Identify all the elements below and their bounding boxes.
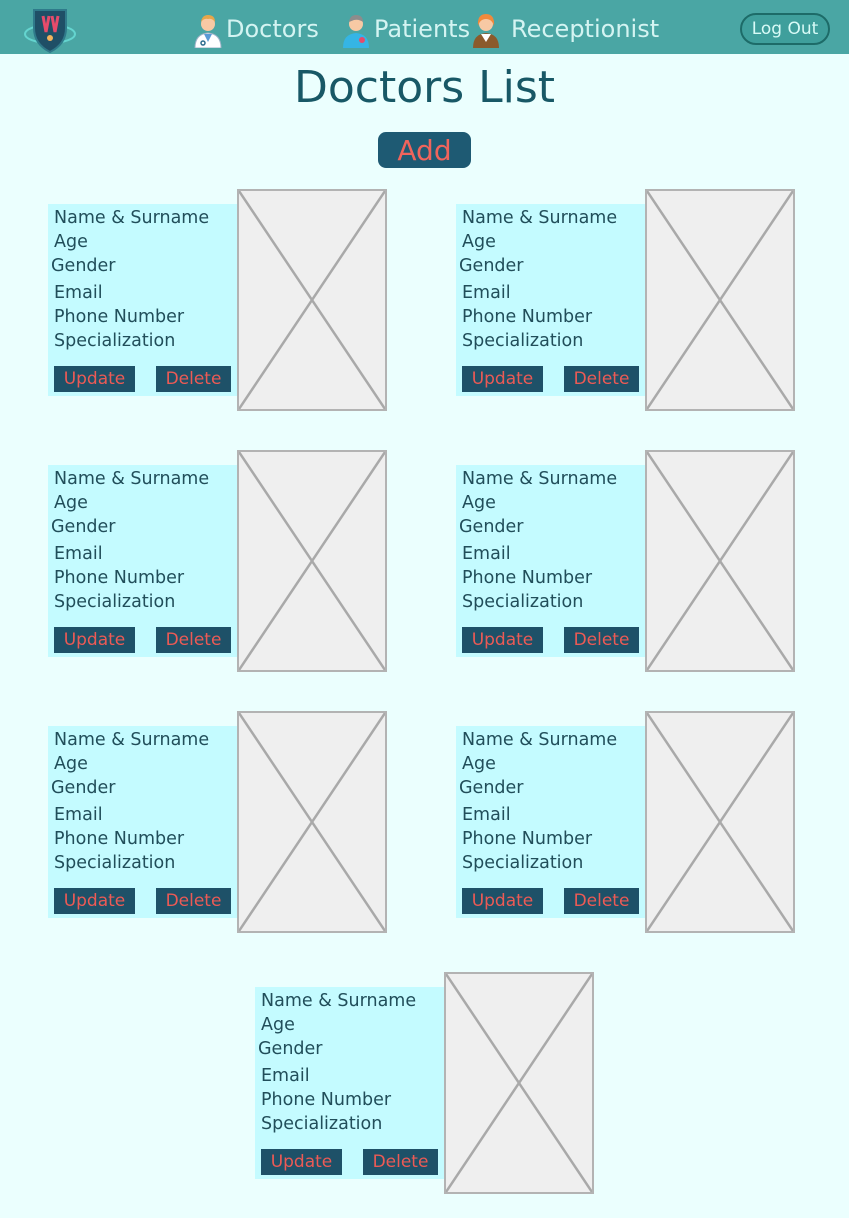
nav-doctors-label: Doctors	[226, 15, 319, 43]
doctor-info-panel: Name & Surname Age Gender Email Phone Nu…	[48, 465, 238, 657]
delete-button[interactable]: Delete	[156, 366, 231, 392]
doctor-name-label: Name & Surname	[462, 730, 618, 750]
doctor-age-label: Age	[462, 232, 496, 252]
doctor-specialization-label: Specialization	[462, 331, 584, 351]
doctor-card: Name & Surname Age Gender Email Phone Nu…	[48, 711, 388, 933]
delete-button[interactable]: Delete	[564, 366, 639, 392]
doctor-email-label: Email	[462, 805, 511, 825]
doctor-photo-placeholder	[237, 711, 387, 933]
doctor-gender-label: Gender	[258, 1039, 323, 1059]
doctor-name-label: Name & Surname	[54, 730, 210, 750]
doctor-card: Name & Surname Age Gender Email Phone Nu…	[456, 189, 796, 411]
doctor-email-label: Email	[54, 544, 103, 564]
update-button[interactable]: Update	[462, 627, 543, 653]
delete-button[interactable]: Delete	[156, 888, 231, 914]
doctor-age-label: Age	[462, 754, 496, 774]
doctor-email-label: Email	[462, 544, 511, 564]
doctor-email-label: Email	[54, 805, 103, 825]
doctor-phone-label: Phone Number	[462, 829, 593, 849]
doctor-specialization-label: Specialization	[261, 1114, 383, 1134]
delete-button[interactable]: Delete	[363, 1149, 438, 1175]
update-button[interactable]: Update	[462, 888, 543, 914]
update-button[interactable]: Update	[54, 888, 135, 914]
doctor-age-label: Age	[54, 493, 88, 513]
doctor-specialization-label: Specialization	[462, 853, 584, 873]
doctor-gender-label: Gender	[51, 778, 116, 798]
doctor-card: Name & Surname Age Gender Email Phone Nu…	[48, 189, 388, 411]
doctor-name-label: Name & Surname	[462, 469, 618, 489]
image-placeholder-icon	[647, 191, 793, 409]
nav-patients-label: Patients	[374, 15, 471, 43]
update-button[interactable]: Update	[54, 366, 135, 392]
image-placeholder-icon	[647, 713, 793, 931]
doctor-age-label: Age	[54, 232, 88, 252]
doctor-gender-label: Gender	[51, 517, 116, 537]
doctor-specialization-label: Specialization	[462, 592, 584, 612]
doctor-name-label: Name & Surname	[261, 991, 417, 1011]
image-placeholder-icon	[239, 191, 385, 409]
doctor-name-label: Name & Surname	[54, 208, 210, 228]
update-button[interactable]: Update	[462, 366, 543, 392]
top-navbar: Doctors Patients Receptionist Log Out	[0, 0, 849, 54]
doctor-card: Name & Surname Age Gender Email Phone Nu…	[255, 972, 595, 1194]
doctor-photo-placeholder	[237, 450, 387, 672]
doctor-card: Name & Surname Age Gender Email Phone Nu…	[48, 450, 388, 672]
doctor-email-label: Email	[462, 283, 511, 303]
nav-doctors[interactable]: Doctors	[192, 8, 319, 50]
doctor-info-panel: Name & Surname Age Gender Email Phone Nu…	[456, 465, 646, 657]
doctor-phone-label: Phone Number	[462, 568, 593, 588]
doctor-name-label: Name & Surname	[462, 208, 618, 228]
delete-button[interactable]: Delete	[156, 627, 231, 653]
doctor-age-label: Age	[54, 754, 88, 774]
doctor-specialization-label: Specialization	[54, 853, 176, 873]
doctor-photo-placeholder	[645, 189, 795, 411]
add-doctor-button[interactable]: Add	[378, 132, 471, 168]
doctor-specialization-label: Specialization	[54, 331, 176, 351]
page-title: Doctors List	[293, 62, 556, 113]
doctor-photo-placeholder	[645, 711, 795, 933]
update-button[interactable]: Update	[261, 1149, 342, 1175]
doctor-phone-label: Phone Number	[462, 307, 593, 327]
doctor-photo-placeholder	[444, 972, 594, 1194]
doctor-card: Name & Surname Age Gender Email Phone Nu…	[456, 711, 796, 933]
doctor-phone-label: Phone Number	[54, 307, 185, 327]
image-placeholder-icon	[446, 974, 592, 1192]
doctor-age-label: Age	[462, 493, 496, 513]
nav-receptionist-label: Receptionist	[511, 15, 660, 43]
doctor-gender-label: Gender	[459, 778, 524, 798]
doctor-email-label: Email	[261, 1066, 310, 1086]
doctor-phone-label: Phone Number	[54, 829, 185, 849]
doctor-photo-placeholder	[237, 189, 387, 411]
update-button[interactable]: Update	[54, 627, 135, 653]
patient-avatar-icon	[343, 15, 369, 48]
doctor-email-label: Email	[54, 283, 103, 303]
doctor-gender-label: Gender	[51, 256, 116, 276]
doctor-card: Name & Surname Age Gender Email Phone Nu…	[456, 450, 796, 672]
doctor-phone-label: Phone Number	[54, 568, 185, 588]
nav-patients[interactable]: Patients	[340, 8, 470, 50]
logout-button[interactable]: Log Out	[740, 13, 830, 45]
doctor-info-panel: Name & Surname Age Gender Email Phone Nu…	[48, 726, 238, 918]
doctor-gender-label: Gender	[459, 256, 524, 276]
doctor-name-label: Name & Surname	[54, 469, 210, 489]
doctor-info-panel: Name & Surname Age Gender Email Phone Nu…	[456, 726, 646, 918]
image-placeholder-icon	[239, 713, 385, 931]
image-placeholder-icon	[239, 452, 385, 670]
doctor-info-panel: Name & Surname Age Gender Email Phone Nu…	[255, 987, 445, 1179]
doctor-gender-label: Gender	[459, 517, 524, 537]
delete-button[interactable]: Delete	[564, 627, 639, 653]
hospital-logo-icon[interactable]	[22, 4, 78, 54]
doctor-info-panel: Name & Surname Age Gender Email Phone Nu…	[456, 204, 646, 396]
doctor-age-label: Age	[261, 1015, 295, 1035]
doctor-phone-label: Phone Number	[261, 1090, 392, 1110]
doctor-avatar-icon	[194, 15, 222, 48]
delete-button[interactable]: Delete	[564, 888, 639, 914]
doctor-photo-placeholder	[645, 450, 795, 672]
doctor-specialization-label: Specialization	[54, 592, 176, 612]
receptionist-avatar-icon	[473, 14, 499, 48]
image-placeholder-icon	[647, 452, 793, 670]
nav-receptionist[interactable]: Receptionist	[469, 8, 659, 50]
doctor-info-panel: Name & Surname Age Gender Email Phone Nu…	[48, 204, 238, 396]
